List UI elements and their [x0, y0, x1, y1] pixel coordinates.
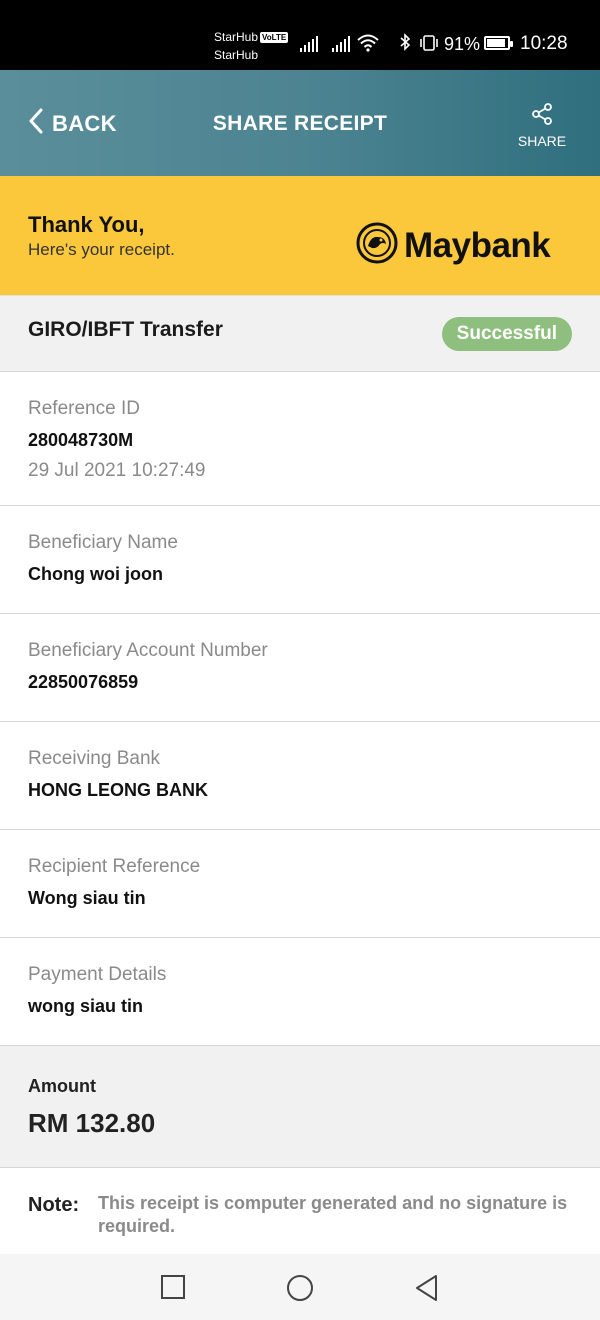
carrier-2-name: StarHub — [214, 48, 259, 62]
payment-details-value: wong siau tin — [28, 996, 143, 1016]
volte-badge: VoLTE — [260, 32, 289, 43]
transfer-type: GIRO/IBFT Transfer — [28, 318, 223, 341]
receiving-bank-row: Receiving Bank HONG LEONG BANK — [0, 722, 600, 830]
beneficiary-name-label: Beneficiary Name — [28, 532, 178, 553]
payment-details-row: Payment Details wong siau tin — [0, 938, 600, 1046]
receiving-bank-label: Receiving Bank — [28, 748, 161, 769]
maybank-wordmark: Maybank — [404, 225, 551, 265]
app-header: BACK SHARE RECEIPT SHARE — [0, 70, 600, 176]
receiving-bank-value: HONG LEONG BANK — [28, 780, 208, 800]
bluetooth-icon — [399, 33, 411, 56]
maybank-logo: Maybank — [356, 222, 551, 269]
triangle-back-icon — [414, 1275, 440, 1306]
beneficiary-account-value: 22850076859 — [28, 672, 139, 692]
thank-you-banner: Thank You, Here's your receipt. Maybank — [0, 176, 600, 295]
share-icon — [530, 103, 554, 130]
battery-percent: 91% — [444, 34, 481, 54]
signal-icon-2 — [332, 36, 352, 52]
beneficiary-account-label: Beneficiary Account Number — [28, 640, 268, 661]
transfer-type-row: GIRO/IBFT Transfer Successful — [0, 295, 600, 372]
recipient-reference-value: Wong siau tin — [28, 888, 146, 908]
carrier-1-name: StarHub — [214, 30, 259, 44]
reference-datetime: 29 Jul 2021 10:27:49 — [28, 460, 206, 481]
circle-icon — [286, 1275, 314, 1306]
battery-icon — [484, 36, 513, 50]
home-button[interactable] — [286, 1274, 314, 1307]
note-label: Note: — [28, 1194, 80, 1216]
recipient-reference-label: Recipient Reference — [28, 856, 201, 877]
note-text: This receipt is computer generated and n… — [98, 1193, 568, 1236]
carrier-info: StarHub VoLTE StarHub — [214, 28, 289, 64]
system-back-button[interactable] — [414, 1274, 440, 1307]
signal-icon — [300, 36, 320, 52]
beneficiary-name-row: Beneficiary Name Chong woi joon — [0, 506, 600, 614]
page-title: SHARE RECEIPT — [212, 112, 388, 135]
receipt-subtitle: Here's your receipt. — [28, 240, 175, 259]
vibrate-icon — [418, 35, 440, 56]
battery-fill — [487, 39, 506, 47]
note-section: Note: This receipt is computer generated… — [0, 1168, 600, 1254]
thank-you-heading: Thank You, — [28, 212, 145, 237]
amount-value: RM 132.80 — [28, 1108, 156, 1138]
status-badge: Successful — [441, 317, 572, 351]
reference-label: Reference ID — [28, 398, 140, 419]
square-icon — [160, 1275, 186, 1304]
system-nav-bar — [0, 1254, 600, 1320]
amount-label: Amount — [28, 1076, 96, 1096]
recent-apps-button[interactable] — [160, 1274, 186, 1305]
share-button[interactable]: SHARE — [512, 102, 572, 149]
maybank-tiger-icon — [356, 222, 398, 269]
beneficiary-name-value: Chong woi joon — [28, 564, 163, 584]
share-label: SHARE — [517, 133, 567, 149]
status-bar: StarHub VoLTE StarHub 91% 10:28 — [0, 0, 600, 70]
payment-details-label: Payment Details — [28, 964, 167, 985]
reference-row: Reference ID 280048730M 29 Jul 2021 10:2… — [0, 372, 600, 506]
reference-value: 280048730M — [28, 430, 134, 450]
clock: 10:28 — [520, 33, 568, 54]
recipient-reference-row: Recipient Reference Wong siau tin — [0, 830, 600, 938]
amount-section: Amount RM 132.80 — [0, 1046, 600, 1168]
wifi-icon — [357, 34, 379, 52]
beneficiary-account-row: Beneficiary Account Number 22850076859 — [0, 614, 600, 722]
